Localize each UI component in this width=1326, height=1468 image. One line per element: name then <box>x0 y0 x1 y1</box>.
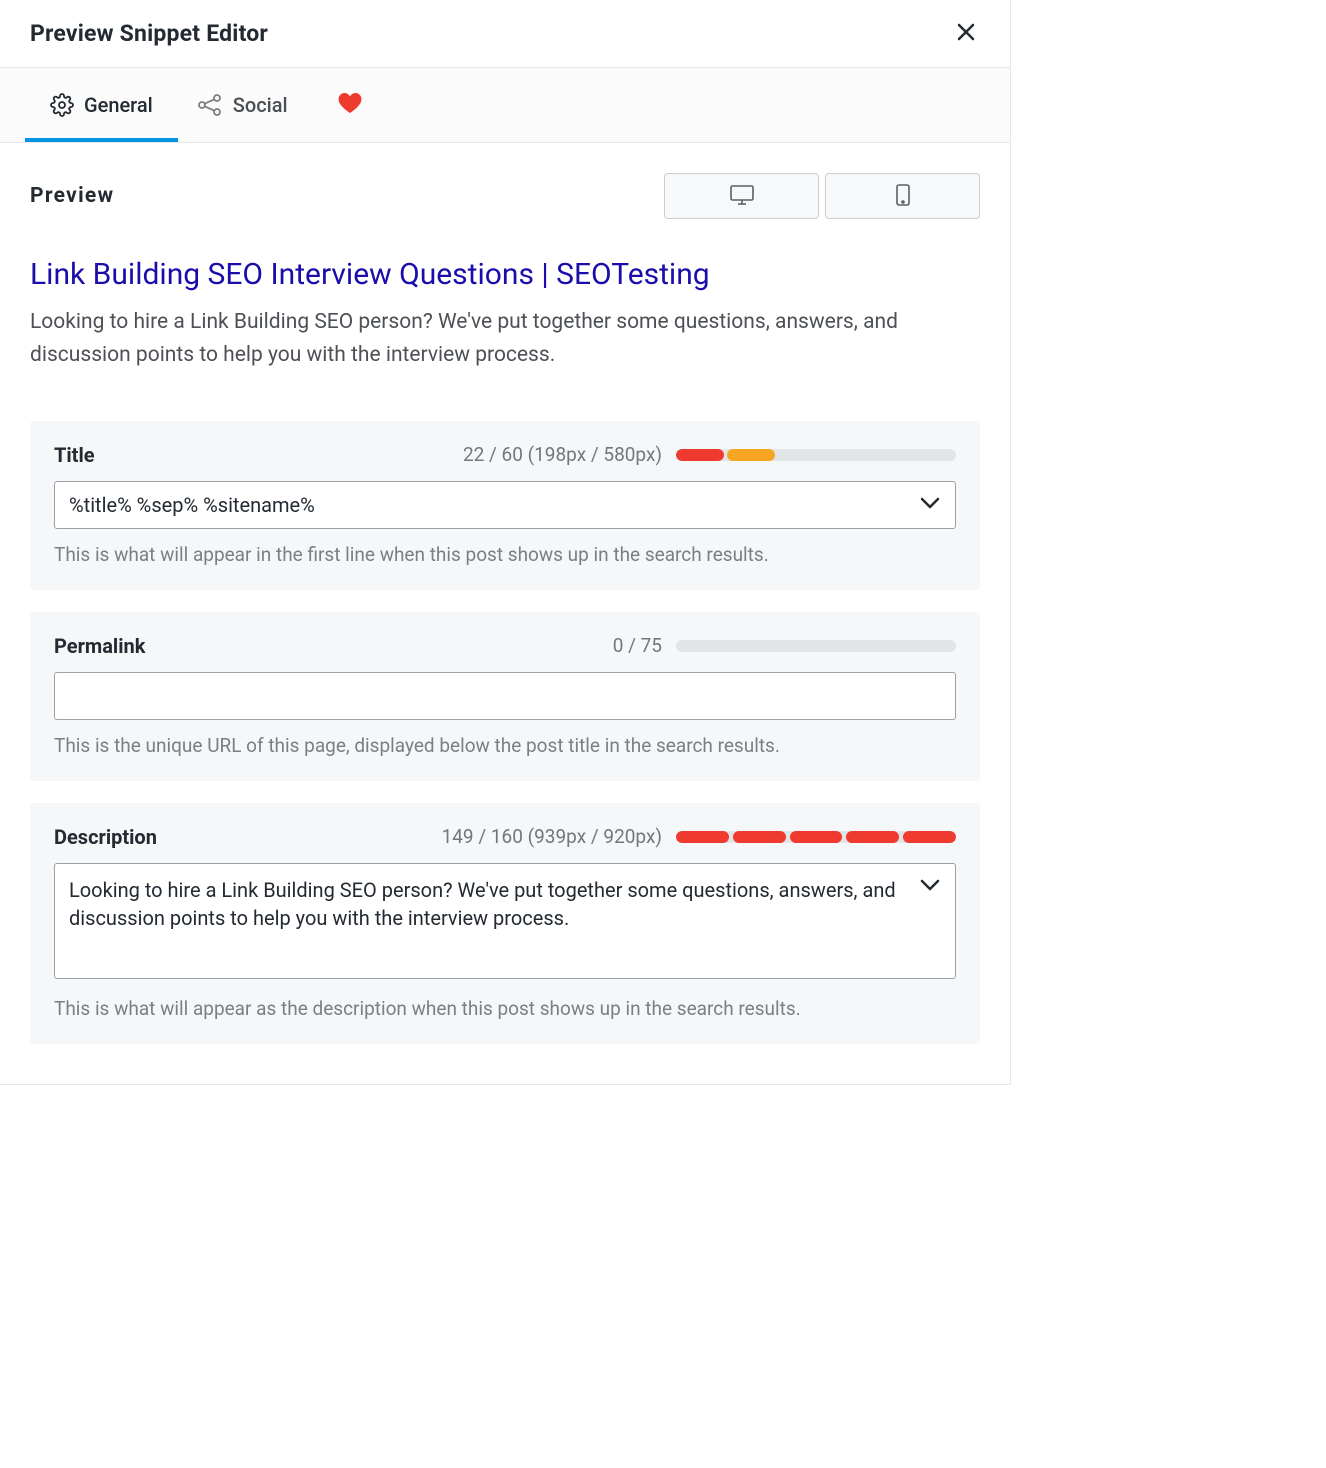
description-length-bar <box>676 831 956 843</box>
description-field-card: Description 149 / 160 (939px / 920px) Th… <box>30 803 980 1044</box>
modal-header: Preview Snippet Editor <box>0 0 1010 67</box>
device-toggle <box>664 173 980 219</box>
title-length-bar <box>676 449 956 461</box>
tab-favorite[interactable] <box>338 68 362 142</box>
serp-title: Link Building SEO Interview Questions | … <box>30 255 980 296</box>
tab-general-label: General <box>84 93 153 117</box>
tab-general[interactable]: General <box>50 68 153 142</box>
preview-heading: Preview <box>30 184 114 208</box>
title-label: Title <box>54 443 95 467</box>
gear-icon <box>50 93 74 117</box>
desktop-icon <box>729 184 755 209</box>
title-input[interactable] <box>54 481 956 529</box>
mobile-preview-button[interactable] <box>825 173 980 219</box>
permalink-length-bar <box>676 640 956 652</box>
serp-preview: Link Building SEO Interview Questions | … <box>30 255 980 373</box>
desktop-preview-button[interactable] <box>664 173 819 219</box>
tabs-bar: General Social <box>0 68 1010 143</box>
tab-social[interactable]: Social <box>197 68 288 142</box>
title-help: This is what will appear in the first li… <box>54 543 956 566</box>
title-field-card: Title 22 / 60 (198px / 580px) This is wh… <box>30 421 980 590</box>
close-icon <box>956 30 976 45</box>
title-counter: 22 / 60 (198px / 580px) <box>463 443 662 466</box>
tab-social-label: Social <box>233 93 288 117</box>
permalink-label: Permalink <box>54 634 145 658</box>
description-help: This is what will appear as the descript… <box>54 997 956 1020</box>
serp-description: Looking to hire a Link Building SEO pers… <box>30 306 960 373</box>
description-textarea[interactable] <box>54 863 956 979</box>
permalink-help: This is the unique URL of this page, dis… <box>54 734 956 757</box>
heart-icon <box>338 92 362 119</box>
permalink-field-card: Permalink 0 / 75 This is the unique URL … <box>30 612 980 781</box>
close-button[interactable] <box>952 18 980 49</box>
description-counter: 149 / 160 (939px / 920px) <box>442 825 662 848</box>
mobile-icon <box>895 183 911 210</box>
share-icon <box>197 93 223 117</box>
permalink-input[interactable] <box>54 672 956 720</box>
footer-divider <box>0 1084 1010 1085</box>
description-label: Description <box>54 825 157 849</box>
modal-title: Preview Snippet Editor <box>30 20 268 47</box>
permalink-counter: 0 / 75 <box>613 634 662 657</box>
